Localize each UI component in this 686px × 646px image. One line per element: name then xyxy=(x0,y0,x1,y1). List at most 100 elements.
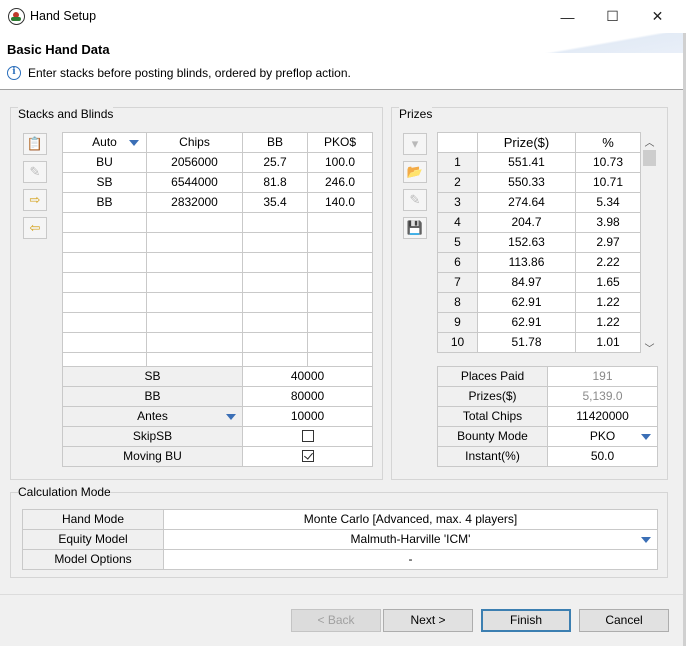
position-cell[interactable] xyxy=(63,273,147,293)
table-row[interactable] xyxy=(63,273,373,293)
pko-cell[interactable] xyxy=(308,213,373,233)
clear-prizes-button[interactable]: ✎ xyxy=(403,189,427,211)
chips-cell[interactable] xyxy=(147,213,243,233)
percent-cell[interactable]: 2.22 xyxy=(576,253,641,273)
position-cell[interactable]: BU xyxy=(63,153,147,173)
chips-cell[interactable] xyxy=(147,293,243,313)
position-cell[interactable] xyxy=(63,213,147,233)
scroll-up-icon[interactable]: ︿ xyxy=(641,133,658,149)
prize-cell[interactable]: 551.41 xyxy=(478,153,576,173)
next-button[interactable]: Next > xyxy=(383,609,473,632)
prize-cell[interactable]: 204.7 xyxy=(478,213,576,233)
prize-cell[interactable]: 274.64 xyxy=(478,193,576,213)
pko-cell[interactable]: 140.0 xyxy=(308,193,373,213)
chips-cell[interactable]: 6544000 xyxy=(147,173,243,193)
prize-cell[interactable]: 113.86 xyxy=(478,253,576,273)
cancel-button[interactable]: Cancel xyxy=(579,609,669,632)
moving-bu-checkbox[interactable] xyxy=(301,449,314,462)
prize-cell[interactable]: 84.97 xyxy=(478,273,576,293)
table-row[interactable] xyxy=(63,253,373,273)
position-cell[interactable]: SB xyxy=(63,173,147,193)
table-row[interactable]: 9 62.91 1.22 xyxy=(438,313,641,333)
position-cell[interactable] xyxy=(63,313,147,333)
bounty-mode-select[interactable]: PKO xyxy=(548,427,658,447)
move-left-button[interactable]: ⇦ xyxy=(23,217,47,239)
chips-cell[interactable] xyxy=(147,333,243,353)
model-options-field[interactable]: - xyxy=(164,550,658,570)
equity-model-select[interactable]: Malmuth-Harville 'ICM' xyxy=(164,530,658,550)
table-row[interactable]: 7 84.97 1.65 xyxy=(438,273,641,293)
chips-cell[interactable] xyxy=(147,273,243,293)
antes-value-field[interactable]: 10000 xyxy=(243,407,373,427)
position-cell[interactable] xyxy=(63,253,147,273)
total-chips-field[interactable]: 11420000 xyxy=(548,407,658,427)
percent-cell[interactable]: 2.97 xyxy=(576,233,641,253)
bb-cell[interactable]: 81.8 xyxy=(243,173,308,193)
scroll-down-icon[interactable]: ﹀ xyxy=(641,339,658,355)
table-row[interactable]: 5 152.63 2.97 xyxy=(438,233,641,253)
table-row[interactable]: 4 204.7 3.98 xyxy=(438,213,641,233)
instant-percent-field[interactable]: 50.0 xyxy=(548,447,658,467)
percent-cell[interactable]: 1.22 xyxy=(576,313,641,333)
position-cell[interactable]: BB xyxy=(63,193,147,213)
chips-cell[interactable] xyxy=(147,313,243,333)
percent-cell[interactable]: 10.73 xyxy=(576,153,641,173)
pko-cell[interactable] xyxy=(308,253,373,273)
chevron-down-icon[interactable] xyxy=(129,140,139,146)
position-cell[interactable] xyxy=(63,233,147,253)
pko-cell[interactable] xyxy=(308,273,373,293)
table-row[interactable]: 2 550.33 10.71 xyxy=(438,173,641,193)
move-right-button[interactable]: ⇨ xyxy=(23,189,47,211)
table-row[interactable]: 10 51.78 1.01 xyxy=(438,333,641,353)
percent-cell[interactable]: 1.01 xyxy=(576,333,641,353)
chevron-down-icon[interactable] xyxy=(641,434,651,440)
scrollbar-thumb[interactable] xyxy=(643,150,656,166)
chips-cell[interactable]: 2832000 xyxy=(147,193,243,213)
prize-cell[interactable]: 62.91 xyxy=(478,293,576,313)
table-row[interactable] xyxy=(63,213,373,233)
bb-cell[interactable] xyxy=(243,293,308,313)
table-row[interactable] xyxy=(63,313,373,333)
bb-value-field[interactable]: 80000 xyxy=(243,387,373,407)
pko-cell[interactable]: 100.0 xyxy=(308,153,373,173)
hand-mode-select[interactable]: Monte Carlo [Advanced, max. 4 players] xyxy=(164,510,658,530)
percent-cell[interactable]: 3.98 xyxy=(576,213,641,233)
minimize-button[interactable]: — xyxy=(545,0,590,33)
pko-cell[interactable] xyxy=(308,313,373,333)
table-row[interactable]: BU 2056000 25.7 100.0 xyxy=(63,153,373,173)
pko-cell[interactable] xyxy=(308,333,373,353)
bb-cell[interactable] xyxy=(243,333,308,353)
prize-cell[interactable]: 62.91 xyxy=(478,313,576,333)
bb-cell[interactable]: 35.4 xyxy=(243,193,308,213)
chips-cell[interactable] xyxy=(147,253,243,273)
chips-cell[interactable]: 2056000 xyxy=(147,153,243,173)
column-header-auto[interactable]: Auto xyxy=(63,133,147,153)
table-row[interactable]: 1 551.41 10.73 xyxy=(438,153,641,173)
open-prizes-button[interactable]: 📂 xyxy=(403,161,427,183)
table-row[interactable] xyxy=(63,333,373,353)
close-button[interactable]: ✕ xyxy=(635,0,680,33)
table-row[interactable]: 8 62.91 1.22 xyxy=(438,293,641,313)
pko-cell[interactable] xyxy=(308,293,373,313)
chevron-down-icon[interactable] xyxy=(226,414,236,420)
prize-cell[interactable]: 550.33 xyxy=(478,173,576,193)
table-row[interactable] xyxy=(63,293,373,313)
table-row[interactable]: 6 113.86 2.22 xyxy=(438,253,641,273)
maximize-button[interactable]: ☐ xyxy=(590,0,635,33)
pko-cell[interactable] xyxy=(308,233,373,253)
bb-cell[interactable] xyxy=(243,213,308,233)
position-cell[interactable] xyxy=(63,333,147,353)
clear-stacks-button[interactable]: ✎ xyxy=(23,161,47,183)
table-row[interactable]: 3 274.64 5.34 xyxy=(438,193,641,213)
prizes-scrollbar[interactable]: ︿ ﹀ xyxy=(641,133,658,355)
finish-button[interactable]: Finish xyxy=(481,609,571,632)
bb-cell[interactable]: 25.7 xyxy=(243,153,308,173)
percent-cell[interactable]: 5.34 xyxy=(576,193,641,213)
percent-cell[interactable]: 10.71 xyxy=(576,173,641,193)
prizes-dropdown-button[interactable]: ▾ xyxy=(403,133,427,155)
position-cell[interactable] xyxy=(63,293,147,313)
bb-cell[interactable] xyxy=(243,273,308,293)
prize-cell[interactable]: 152.63 xyxy=(478,233,576,253)
pko-cell[interactable]: 246.0 xyxy=(308,173,373,193)
back-button[interactable]: < Back xyxy=(291,609,381,632)
